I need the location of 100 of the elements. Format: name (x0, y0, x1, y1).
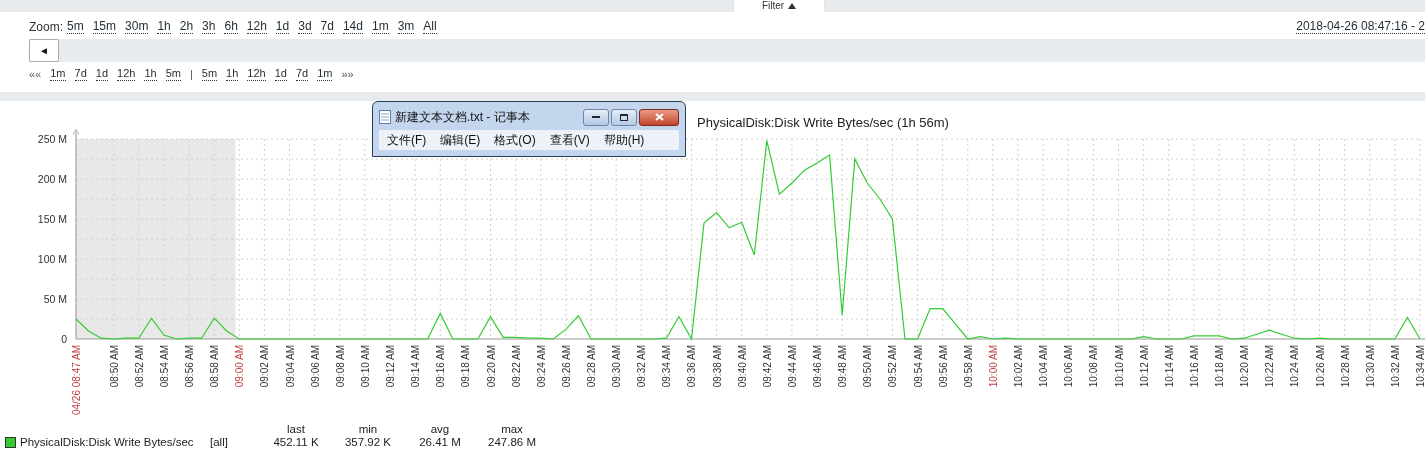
x-tick-label: 09:38 AM (711, 345, 723, 388)
forward-arrows[interactable]: »» (341, 65, 354, 83)
y-tick-label: 100 M (37, 253, 67, 265)
x-tick-label: 09:36 AM (686, 345, 698, 388)
menu-item[interactable]: 帮助(H) (603, 131, 645, 149)
filter-tab[interactable]: Filter (733, 0, 825, 12)
legend-heading: avg (430, 423, 450, 436)
x-tick-label: 10:24 AM (1289, 345, 1301, 388)
legend-scope: [all] (210, 436, 229, 449)
x-tick-label: 09:08 AM (334, 345, 346, 388)
x-tick-label: 10:22 AM (1264, 345, 1276, 388)
x-tick-label: 09:46 AM (812, 345, 824, 388)
menu-item[interactable]: 查看(V) (549, 131, 590, 149)
back-arrows[interactable]: «« (29, 65, 42, 83)
x-tick-label: 10:30 AM (1364, 345, 1376, 388)
window-title: 新建文本文档.txt - 记事本 (395, 109, 530, 126)
scroll-left-button[interactable]: ◄ (29, 39, 59, 62)
x-tick-label: 09:58 AM (962, 345, 974, 388)
x-tick-label: 09:06 AM (309, 345, 321, 388)
x-tick-label: 09:26 AM (560, 345, 572, 388)
legend-value: 452.11 K (273, 436, 319, 449)
x-tick-label: 08:50 AM (108, 345, 120, 388)
time-link[interactable]: 1m (317, 67, 333, 81)
x-tick-label: 09:28 AM (586, 345, 597, 388)
x-tick-label: 10:14 AM (1163, 345, 1175, 388)
time-link[interactable]: 1h (226, 67, 239, 81)
close-button[interactable] (639, 108, 679, 126)
y-tick-label: 0 (61, 333, 67, 345)
time-link[interactable]: 7d (295, 67, 309, 81)
x-tick-label: 10:18 AM (1214, 345, 1226, 388)
time-link[interactable]: 1m (50, 67, 66, 81)
time-link[interactable]: 1h (144, 67, 157, 81)
x-tick-label: 09:42 AM (761, 345, 773, 388)
x-tick-label: 09:02 AM (259, 345, 271, 388)
y-tick-label: 250 M (37, 133, 67, 145)
time-link[interactable]: 14d (342, 20, 363, 34)
maximize-button[interactable] (611, 108, 637, 126)
time-link[interactable]: 7d (320, 20, 334, 34)
x-tick-label: 10:02 AM (1013, 345, 1025, 388)
time-link[interactable]: 3d (298, 20, 312, 34)
x-tick-label: 10:34 AM (1415, 345, 1425, 388)
time-link[interactable]: 1m (371, 20, 389, 34)
time-link[interactable]: 3m (397, 20, 415, 34)
time-link[interactable]: 5m (165, 67, 181, 81)
legend-heading: last (287, 423, 305, 436)
menu-item[interactable]: 格式(O) (494, 131, 536, 149)
chart-title: PhysicalDisk:Disk Write Bytes/sec (1h 56m) (697, 115, 949, 130)
x-tick-label: 09:48 AM (837, 345, 849, 388)
x-tick-label: 08:56 AM (184, 345, 196, 388)
time-link[interactable]: 6h (224, 20, 238, 34)
x-tick-label: 08:58 AM (209, 345, 221, 388)
legend-value: 247.86 M (488, 436, 536, 449)
y-tick-label: 150 M (37, 213, 67, 225)
x-tick-label: 09:56 AM (937, 345, 949, 388)
x-tick-label: 09:50 AM (862, 345, 874, 388)
x-tick-label: 09:54 AM (912, 345, 924, 388)
time-link[interactable]: 1h (157, 20, 171, 34)
menu-item[interactable]: 文件(F) (387, 131, 427, 149)
notepad-icon (379, 110, 391, 124)
time-link[interactable]: 1d (274, 67, 287, 81)
x-tick-label: 09:20 AM (485, 345, 497, 388)
time-link[interactable]: 12h (246, 20, 267, 34)
x-tick-label: 10:08 AM (1088, 345, 1100, 388)
x-tick-label: 09:12 AM (385, 345, 396, 388)
x-tick-label: 09:10 AM (359, 345, 371, 388)
time-range[interactable]: 2018-04-26 08:47:16 - 2 (1296, 20, 1425, 34)
caret-up-icon (788, 3, 797, 9)
x-tick-label: 09:52 AM (887, 345, 899, 388)
x-tick-label: 10:10 AM (1113, 345, 1125, 388)
x-tick-label: 09:18 AM (460, 345, 472, 388)
close-icon (654, 113, 664, 121)
time-link[interactable]: 5m (201, 67, 218, 81)
separator: | (189, 66, 193, 82)
legend-heading: min (358, 423, 378, 436)
x-tick-label: 10:06 AM (1063, 345, 1075, 388)
x-tick-label: 09:44 AM (786, 345, 798, 388)
x-tick-label: 10:32 AM (1389, 345, 1401, 388)
menu-item[interactable]: 编辑(E) (440, 131, 481, 149)
time-link[interactable]: 12h (117, 67, 136, 81)
legend-value: 357.92 K (344, 436, 391, 449)
y-tick-label: 200 M (37, 173, 67, 185)
x-tick-label: 09:32 AM (636, 345, 648, 388)
time-link[interactable]: 2h (179, 20, 194, 34)
time-link[interactable]: 30m (125, 20, 149, 34)
legend-heading: max (501, 423, 523, 436)
time-link[interactable]: 12h (247, 67, 266, 81)
time-link[interactable]: All (423, 20, 437, 34)
x-tick-label: 10:12 AM (1138, 345, 1150, 388)
x-tick-label: 09:14 AM (410, 345, 422, 388)
time-link[interactable]: 7d (74, 67, 87, 81)
x-tick-label: 09:00 AM (234, 345, 246, 388)
time-link[interactable]: 3h (202, 20, 216, 34)
minimize-button[interactable] (583, 108, 609, 126)
time-link[interactable]: 1d (275, 20, 290, 34)
x-tick-label: 10:16 AM (1188, 345, 1200, 388)
time-link[interactable]: 5m (67, 20, 84, 34)
time-link[interactable]: 1d (95, 67, 109, 81)
time-link[interactable]: 15m (92, 20, 117, 34)
x-tick-label: 08:52 AM (133, 345, 145, 388)
x-tick-label: 09:22 AM (510, 345, 522, 388)
